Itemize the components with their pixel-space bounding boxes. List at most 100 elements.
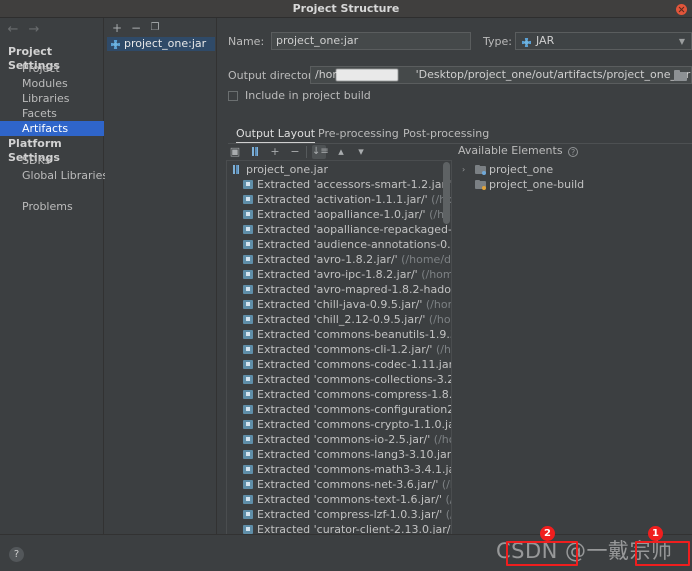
add-copy-icon[interactable]: + (268, 145, 282, 159)
output-tree-item-label: Extracted 'aopalliance-repackaged-2.6.1.… (257, 223, 452, 236)
output-tree-item[interactable]: Extracted 'commons-io-2.5.jar/' (/home/d… (227, 432, 451, 447)
extracted-jar-icon (243, 330, 253, 340)
available-elements-tree[interactable]: › project_one project_one-build (458, 160, 692, 536)
output-tree-item[interactable]: Extracted 'avro-1.8.2.jar/' (/home/daiku… (227, 252, 451, 267)
remove-artifact-icon[interactable]: − (129, 21, 143, 35)
name-label: Name: (228, 35, 265, 48)
output-tree-item[interactable]: Extracted 'commons-codec-1.11.jar/' (/ho… (227, 357, 452, 372)
extracted-jar-icon (243, 210, 253, 220)
output-tree-item[interactable]: Extracted 'commons-cli-1.2.jar/' (/home/… (227, 342, 451, 357)
output-tree-item[interactable]: Extracted 'commons-compress-1.8.1.jar/' … (227, 387, 451, 402)
add-artifact-icon[interactable]: + (110, 21, 124, 35)
settings-sidebar: ← → Project Settings Project Modules Lib… (0, 18, 108, 534)
extracted-jar-icon (243, 375, 253, 385)
output-tree-item-label: Extracted 'commons-codec-1.11.jar/' (/ho… (257, 358, 452, 371)
tab-pre-processing[interactable]: Pre-processing (318, 125, 399, 143)
sidebar-item-project[interactable]: Project (0, 61, 104, 76)
output-tree-item-label: Extracted 'chill-java-0.9.5.jar/' (/home… (257, 297, 451, 312)
move-up-icon[interactable]: ▴ (334, 145, 348, 159)
extracted-jar-icon (243, 300, 253, 310)
sidebar-item-sdks[interactable]: SDKs (0, 153, 104, 168)
output-tree-item[interactable]: Extracted 'aopalliance-repackaged-2.6.1.… (227, 222, 452, 237)
extracted-jar-icon (243, 495, 253, 505)
help-circle-icon[interactable]: ? (568, 147, 579, 157)
output-tree-item-label: Extracted 'compress-lzf-1.0.3.jar/' (/ho… (257, 507, 451, 522)
output-tree-item[interactable]: Extracted 'commons-text-1.6.jar/' (/home… (227, 492, 451, 507)
toolbar-divider (306, 146, 307, 158)
output-tree-scroll-thumb[interactable] (443, 162, 450, 224)
output-tree-item-label: Extracted 'commons-net-3.6.jar/' (/home/… (257, 477, 451, 492)
output-tree-item-label: Extracted 'commons-io-2.5.jar/' (/home/d… (257, 432, 451, 447)
output-tree-item[interactable]: Extracted 'commons-lang3-3.10.jar/' (/ho… (227, 447, 452, 462)
output-tree-item[interactable]: Extracted 'activation-1.1.1.jar/' (/home… (227, 192, 451, 207)
remove-element-icon[interactable]: − (288, 145, 302, 159)
name-input-value: project_one:jar (276, 34, 359, 47)
output-tree-item[interactable]: Extracted 'avro-mapred-1.8.2-hadoop2.jar… (227, 282, 451, 297)
chevron-down-icon: ▼ (678, 37, 685, 46)
extracted-jar-icon (243, 180, 253, 190)
extracted-jar-icon (243, 480, 253, 490)
add-archive-icon[interactable] (248, 145, 262, 159)
output-tree-item[interactable]: Extracted 'commons-crypto-1.1.0.jar/' (/… (227, 417, 451, 432)
close-icon[interactable] (676, 4, 687, 15)
output-tree-root[interactable]: project_one.jar (227, 162, 451, 177)
include-in-project-build-checkbox[interactable] (228, 91, 238, 101)
sort-icon[interactable]: ↓≡ (312, 145, 329, 159)
type-select[interactable]: JAR ▼ (515, 32, 692, 50)
forward-arrow-icon[interactable]: → (27, 23, 41, 37)
output-tree-item[interactable]: Extracted 'chill_2.12-0.9.5.jar/' (/home… (227, 312, 451, 327)
copy-artifact-icon[interactable]: ❐ (148, 21, 162, 35)
output-tree-item[interactable]: Extracted 'commons-math3-3.4.1.jar/' (/h… (227, 462, 451, 477)
module-icon (475, 180, 486, 190)
available-element-label: project_one-build (489, 178, 585, 191)
artifact-list-item-project-one-jar[interactable]: project_one:jar (107, 37, 215, 51)
extracted-jar-icon (243, 225, 253, 235)
output-tree-item-label: Extracted 'avro-1.8.2.jar/' (/home/daiku… (257, 252, 451, 267)
sidebar-item-libraries[interactable]: Libraries (0, 91, 104, 106)
output-layout-toolbar: ▣ + − ↓≡ ▴ ▾ (226, 144, 456, 160)
move-down-icon[interactable]: ▾ (354, 145, 368, 159)
browse-folder-icon[interactable] (674, 70, 687, 81)
artifact-detail-pane: Name: project_one:jar Type: JAR ▼ Output… (218, 18, 692, 552)
module-icon (475, 165, 486, 175)
output-tree-item-label: Extracted 'aopalliance-1.0.jar/' (/home/… (257, 207, 451, 222)
window-titlebar: Project Structure (0, 0, 692, 18)
name-input[interactable]: project_one:jar (271, 32, 471, 50)
sidebar-item-modules[interactable]: Modules (0, 76, 104, 91)
extracted-jar-icon (243, 360, 253, 370)
available-element-item[interactable]: project_one-build (458, 177, 692, 192)
output-tree-item[interactable]: Extracted 'chill-java-0.9.5.jar/' (/home… (227, 297, 451, 312)
tab-output-layout[interactable]: Output Layout (236, 125, 316, 144)
output-tree-item[interactable]: Extracted 'aopalliance-1.0.jar/' (/home/… (227, 207, 451, 222)
output-tree-item[interactable]: Extracted 'commons-net-3.6.jar/' (/home/… (227, 477, 451, 492)
output-tree-item[interactable]: Extracted 'compress-lzf-1.0.3.jar/' (/ho… (227, 507, 451, 522)
output-tree-item-label: Extracted 'accessors-smart-1.2.jar/' (/h… (257, 178, 452, 191)
sidebar-item-facets[interactable]: Facets (0, 106, 104, 121)
output-tree-item[interactable]: Extracted 'accessors-smart-1.2.jar/' (/h… (227, 177, 452, 192)
sidebar-item-global-libraries[interactable]: Global Libraries (0, 168, 108, 183)
output-layout-tree[interactable]: project_one.jar Extracted 'accessors-smar… (226, 160, 452, 536)
output-tree-item-label: Extracted 'commons-lang3-3.10.jar/' (/ho… (257, 448, 452, 461)
add-directory-icon[interactable]: ▣ (228, 145, 242, 159)
chevron-right-icon[interactable]: › (462, 162, 465, 177)
sidebar-item-problems[interactable]: Problems (0, 199, 104, 214)
output-tree-item[interactable]: Extracted 'commons-configuration2-2.1.1.… (227, 402, 451, 417)
window-title: Project Structure (292, 2, 400, 15)
available-elements-header: Available Elements ? (458, 144, 579, 158)
type-select-value: JAR (536, 34, 555, 47)
output-tree-item[interactable]: Extracted 'commons-collections-3.2.2.jar… (227, 372, 451, 387)
extracted-jar-icon (243, 510, 253, 520)
extracted-jar-icon (243, 285, 253, 295)
output-tree-item[interactable]: Extracted 'avro-ipc-1.8.2.jar/' (/home/d… (227, 267, 451, 282)
back-arrow-icon[interactable]: ← (6, 23, 20, 37)
output-tree-item[interactable]: Extracted 'commons-beanutils-1.9.3.jar/'… (227, 327, 451, 342)
extracted-jar-icon (243, 345, 253, 355)
sidebar-item-artifacts[interactable]: Artifacts (0, 121, 104, 136)
available-element-item[interactable]: › project_one (458, 162, 692, 177)
output-tree-item-label: Extracted 'avro-mapred-1.8.2-hadoop2.jar… (257, 283, 451, 296)
output-tree-scrollbar[interactable] (442, 162, 450, 535)
artifacts-toolbar: + − ❐ (105, 18, 217, 36)
help-button[interactable]: ? (9, 547, 24, 562)
output-tree-item[interactable]: Extracted 'audience-annotations-0.5.0.ja… (227, 237, 451, 252)
tab-post-processing[interactable]: Post-processing (403, 125, 489, 143)
